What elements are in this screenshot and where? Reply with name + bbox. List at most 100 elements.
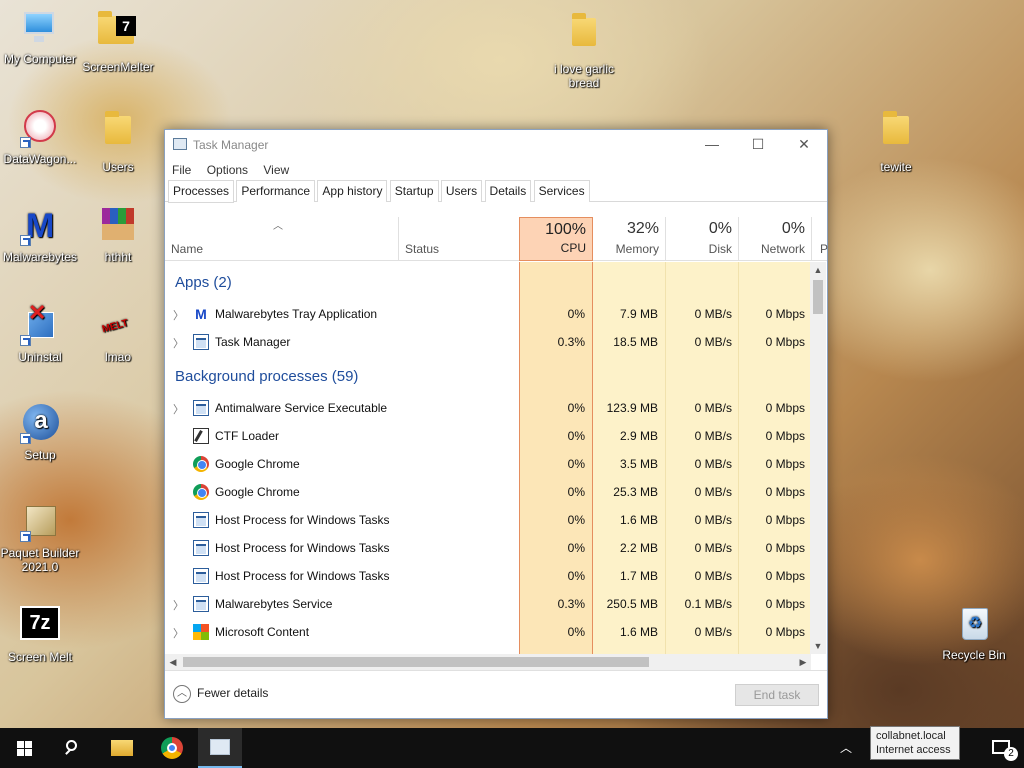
chevron-up-icon: ︿ (173, 685, 191, 703)
column-name[interactable]: ︿ Name (165, 217, 399, 261)
desktop-icon-garlic-bread[interactable]: i love garlic bread (544, 10, 624, 90)
desktop-icon-setup[interactable]: a Setup (0, 404, 80, 462)
process-memory: 3.5 MB (619, 457, 658, 471)
desktop-icon-users[interactable]: Users (78, 108, 158, 174)
process-name: Host Process for Windows Tasks (215, 513, 390, 527)
menu-options[interactable]: Options (207, 160, 248, 180)
scroll-right-icon[interactable]: ▶ (795, 654, 811, 670)
desktop-icon-uninstal[interactable]: ✕ Uninstal (0, 302, 80, 365)
desktop-icon-paquet-builder[interactable]: Paquet Builder 2021.0 (0, 502, 80, 574)
tab-users[interactable]: Users (440, 180, 483, 202)
expand-icon[interactable]: 〉 (173, 335, 184, 351)
horizontal-scrollbar[interactable]: ◀ ▶ (165, 654, 811, 670)
search-button[interactable] (48, 728, 96, 768)
process-network: 0 Mbps (765, 429, 805, 443)
paquet-builder-icon (20, 502, 60, 542)
process-network: 0 Mbps (765, 401, 805, 415)
table-row[interactable]: Host Process for Windows Tasks 0% 1.6 MB… (165, 506, 811, 534)
process-cpu: 0% (567, 485, 585, 499)
vertical-scrollbar[interactable]: ▲ ▼ (810, 262, 826, 654)
close-button[interactable]: ✕ (781, 130, 827, 160)
process-disk: 0.1 MB/s (684, 597, 732, 611)
chrome-taskbar-button[interactable] (148, 728, 196, 768)
tab-services[interactable]: Services (533, 180, 590, 202)
process-disk: 0 MB/s (694, 401, 732, 415)
network-tooltip: collabnet.local Internet access (870, 726, 960, 760)
vertical-scroll-thumb[interactable] (813, 280, 823, 314)
archive-icon (98, 206, 138, 246)
folder-icon (98, 111, 138, 156)
lmao-icon: MELT (100, 317, 130, 336)
start-button[interactable] (0, 728, 48, 768)
process-memory: 1.7 MB (619, 569, 658, 583)
network-total: 0% (781, 220, 805, 237)
desktop-icon-label: hthht (104, 250, 132, 264)
group-apps[interactable]: Apps (2) (165, 262, 811, 296)
process-disk: 0 MB/s (694, 335, 732, 349)
desktop-icon-hthht[interactable]: hthht (78, 206, 158, 264)
column-disk[interactable]: 0% Disk (666, 217, 739, 261)
horizontal-scroll-thumb[interactable] (183, 657, 649, 667)
process-cpu: 0% (567, 401, 585, 415)
process-memory: 250.5 MB (606, 597, 658, 611)
process-name: Antimalware Service Executable (215, 401, 388, 415)
table-row[interactable]: 〉 Malwarebytes Service 0.3% 250.5 MB 0.1… (165, 590, 811, 618)
column-cpu[interactable]: 100% CPU (519, 217, 593, 261)
desktop-icon-screen-melt[interactable]: 7z Screen Melt (0, 606, 80, 664)
desktop-icon-screenmelter[interactable]: 7 ScreenMelter (78, 8, 158, 74)
menu-file[interactable]: File (172, 160, 191, 180)
table-row[interactable]: Google Chrome 0% 25.3 MB 0 MB/s 0 Mbps (165, 478, 811, 506)
expand-icon[interactable]: 〉 (173, 401, 184, 417)
tab-details[interactable]: Details (484, 180, 532, 202)
table-row[interactable]: CTF Loader 0% 2.9 MB 0 MB/s 0 Mbps (165, 422, 811, 450)
expand-icon[interactable]: 〉 (173, 597, 184, 613)
column-memory[interactable]: 32% Memory (593, 217, 666, 261)
task-manager-taskbar-button[interactable] (198, 728, 242, 768)
desktop-icon-lmao[interactable]: MELT lmao (78, 306, 158, 364)
action-center-button[interactable]: 2 (990, 737, 1018, 761)
service-icon (193, 568, 209, 584)
expand-icon[interactable]: 〉 (173, 625, 184, 641)
process-name: Host Process for Windows Tasks (215, 541, 390, 555)
tab-performance[interactable]: Performance (236, 180, 316, 202)
table-row[interactable]: 〉 M Malwarebytes Tray Application 0% 7.9… (165, 300, 811, 328)
scroll-left-icon[interactable]: ◀ (165, 654, 181, 670)
table-row[interactable]: Host Process for Windows Tasks 0% 1.7 MB… (165, 562, 811, 590)
tab-startup[interactable]: Startup (389, 180, 439, 202)
desktop-icon-tewite[interactable]: tewite (856, 108, 936, 174)
table-row[interactable]: 〉 Task Manager 0.3% 18.5 MB 0 MB/s 0 Mbp… (165, 328, 811, 356)
show-hidden-icons-icon[interactable]: ︿ (840, 739, 852, 756)
group-background-processes[interactable]: Background processes (59) (165, 356, 811, 390)
chrome-icon (193, 456, 209, 472)
desktop-icon-datawagon[interactable]: DataWagon... (0, 108, 80, 166)
table-row[interactable]: Google Chrome 0% 3.5 MB 0 MB/s 0 Mbps (165, 450, 811, 478)
table-row[interactable]: 〉 Microsoft Content 0% 1.6 MB 0 MB/s 0 M… (165, 618, 811, 646)
menu-view[interactable]: View (263, 160, 289, 180)
process-name: Google Chrome (215, 485, 300, 499)
tab-processes[interactable]: Processes (168, 180, 235, 203)
table-row[interactable]: Host Process for Windows Tasks 0% 2.2 MB… (165, 534, 811, 562)
process-disk: 0 MB/s (694, 569, 732, 583)
process-memory: 18.5 MB (613, 335, 658, 349)
fewer-details-button[interactable]: ︿ Fewer details (173, 685, 268, 703)
scroll-down-icon[interactable]: ▼ (810, 638, 826, 654)
screenmelter-icon: 7 (98, 11, 138, 56)
7zip-icon: 7z (20, 606, 60, 646)
expand-icon[interactable]: 〉 (173, 307, 184, 323)
column-network[interactable]: 0% Network (739, 217, 812, 261)
tab-app-history[interactable]: App history (317, 180, 388, 202)
title-bar[interactable]: Task Manager — ☐ ✕ (165, 130, 827, 160)
desktop-icon-recycle-bin[interactable]: ♻ Recycle Bin (934, 604, 1014, 662)
scroll-up-icon[interactable]: ▲ (810, 262, 826, 278)
table-row[interactable]: 〉 Antimalware Service Executable 0% 123.… (165, 394, 811, 422)
process-name: CTF Loader (215, 429, 280, 443)
file-explorer-button[interactable] (98, 728, 146, 768)
desktop-icon-my-computer[interactable]: My Computer (0, 8, 80, 66)
desktop-icon-malwarebytes[interactable]: M Malwarebytes (0, 206, 80, 264)
maximize-button[interactable]: ☐ (735, 130, 781, 160)
column-status[interactable]: Status (399, 217, 520, 261)
column-power[interactable]: P (812, 217, 828, 261)
minimize-button[interactable]: — (689, 130, 735, 160)
end-task-button[interactable]: End task (735, 684, 819, 706)
disk-total: 0% (708, 220, 732, 237)
